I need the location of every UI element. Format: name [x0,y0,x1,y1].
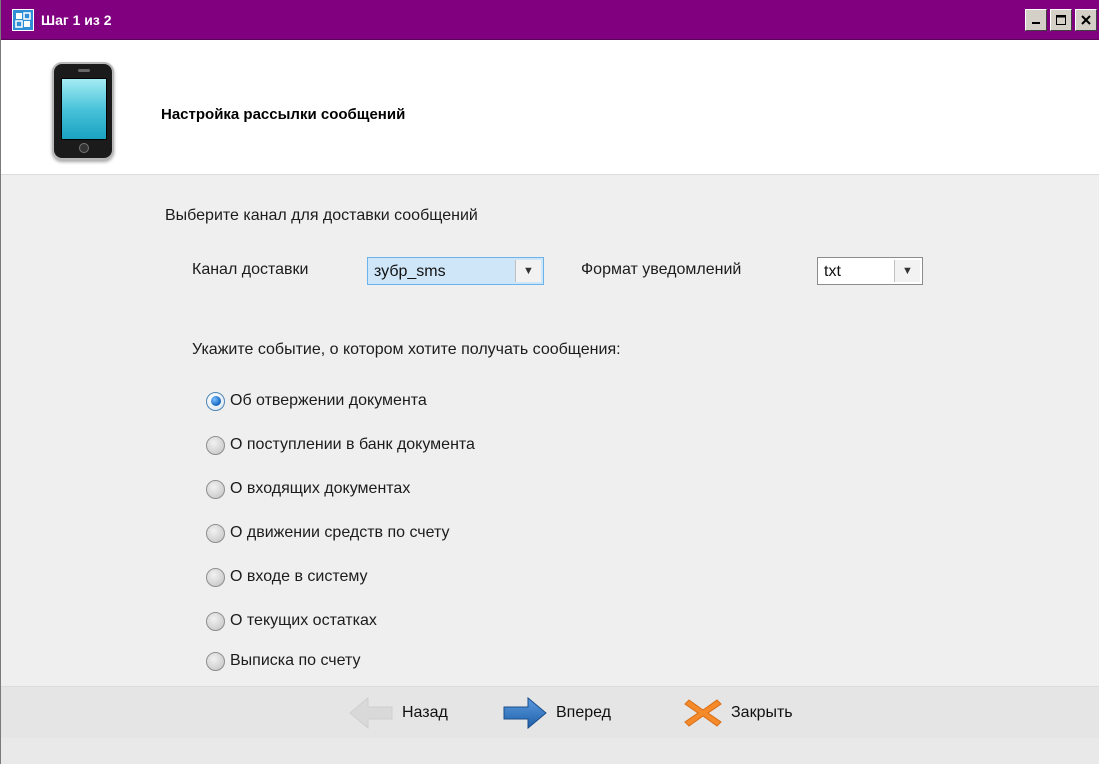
back-button-label: Назад [402,704,448,721]
format-label: Формат уведомлений [581,261,742,278]
event-option-label: О текущих остатках [230,612,377,629]
event-option-balances[interactable]: О текущих остатках [206,609,377,633]
close-button-label: Закрыть [731,704,793,721]
delivery-channel-label: Канал доставки [192,261,309,278]
radio-button[interactable] [206,523,225,543]
event-option-label: О движении средств по счету [230,524,450,541]
window-title: Шаг 1 из 2 [41,11,112,28]
mobile-phone-icon [52,62,114,160]
event-option-login[interactable]: О входе в систему [206,565,368,589]
channel-section-heading: Выберите канал для доставки сообщений [165,207,478,224]
radio-button[interactable] [206,567,225,587]
wizard-content: Выберите канал для доставки сообщений Ка… [1,175,1099,685]
event-option-label: Об отвержении документа [230,392,427,409]
forward-button[interactable]: Вперед [502,692,611,734]
event-option-account-movement[interactable]: О движении средств по счету [206,521,450,545]
radio-button[interactable] [206,611,225,631]
event-option-label: О поступлении в банк документа [230,436,475,453]
window-bottom-strip [1,738,1099,764]
radio-button[interactable] [206,651,225,671]
close-icon[interactable] [1075,9,1097,31]
forward-button-label: Вперед [556,704,612,721]
close-x-icon [684,699,722,727]
title-bar[interactable]: Шаг 1 из 2 [1,0,1099,40]
event-option-label: О входе в систему [230,568,368,585]
event-option-label: О входящих документах [230,480,411,497]
radio-button[interactable] [206,391,225,411]
window-controls [1025,9,1097,31]
radio-button[interactable] [206,479,225,499]
header-title: Настройка рассылки сообщений [161,106,406,123]
wizard-app-icon [12,8,34,31]
event-option-incoming-docs[interactable]: О входящих документах [206,477,410,501]
back-button[interactable]: Назад [348,692,448,734]
delivery-channel-select[interactable]: зубр_sms ▼ [367,257,544,285]
arrow-left-icon [349,696,393,730]
wizard-header: Настройка рассылки сообщений [1,40,1099,175]
chevron-down-icon[interactable]: ▼ [894,260,920,282]
arrow-right-icon [503,696,547,730]
delivery-channel-value: зубр_sms [374,263,446,280]
event-option-bank-receipt[interactable]: О поступлении в банк документа [206,433,475,457]
format-value: txt [824,263,841,280]
events-section-heading: Укажите событие, о котором хотите получа… [192,341,621,358]
radio-button[interactable] [206,435,225,455]
wizard-footer: Назад Вперед Закрыть [1,686,1099,739]
minimize-icon[interactable] [1025,9,1047,31]
close-button[interactable]: Закрыть [683,692,793,734]
wizard-window: Шаг 1 из 2 Настройка рассылки сообщений … [0,0,1099,764]
event-option-statement[interactable]: Выписка по счету [206,649,361,673]
maximize-icon[interactable] [1050,9,1072,31]
event-option-label: Выписка по счету [230,652,361,669]
format-select[interactable]: txt ▼ [817,257,923,285]
event-option-rejection[interactable]: Об отвержении документа [206,389,427,413]
chevron-down-icon[interactable]: ▼ [515,260,541,282]
